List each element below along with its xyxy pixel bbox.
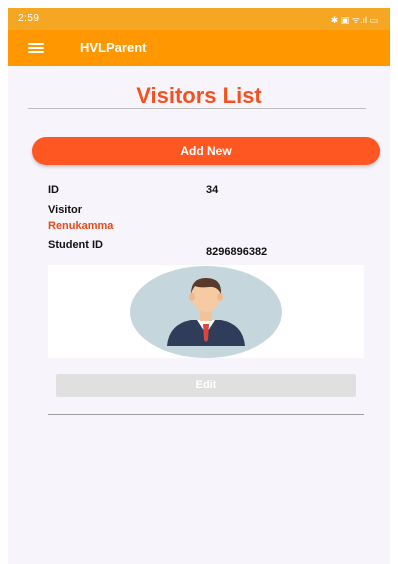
status-indicators: ✱ ▣ ᯤ.ıl ▭ [330,15,378,25]
visitor-label: Visitor [48,204,83,216]
id-value: 34 [206,184,219,196]
status-time: 2:59 [18,13,40,24]
hamburger-menu-icon[interactable] [28,43,44,53]
visitor-photo-card [48,265,364,358]
student-id-value: 8296896382 [206,246,268,258]
edit-button[interactable]: Edit [56,374,356,397]
app-bar: HVLParent [8,30,390,66]
app-title: HVLParent [80,40,147,55]
title-divider [28,108,366,109]
visitor-name: Renukamma [48,220,114,232]
add-new-button[interactable]: Add New [32,137,380,165]
person-avatar-icon [130,266,282,358]
page-title: Visitors List [136,83,262,108]
phone-screen: 2:59 ✱ ▣ ᯤ.ıl ▭ HVLParent Visitors List … [8,8,390,564]
status-bar: 2:59 ✱ ▣ ᯤ.ıl ▭ [8,8,390,30]
bottom-divider [48,414,364,415]
id-label: ID [48,184,59,196]
student-id-label: Student ID [48,239,103,251]
